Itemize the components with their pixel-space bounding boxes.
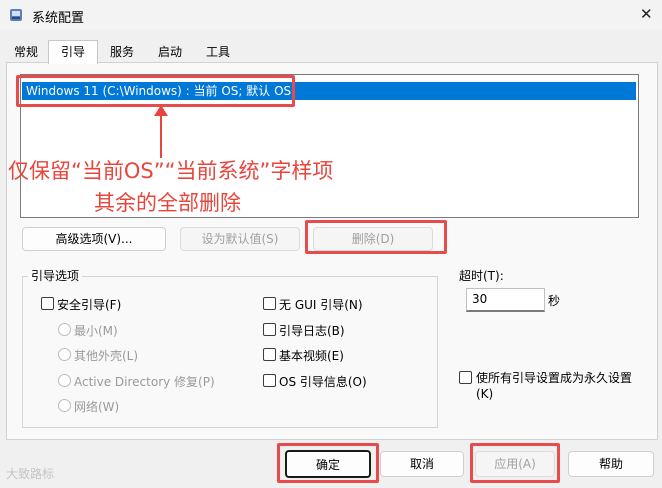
highlight-box-entry (16, 75, 295, 107)
tab-general[interactable]: 常规 (6, 40, 46, 63)
network-radio[interactable] (58, 399, 71, 412)
title-bar (0, 0, 662, 30)
permanent-settings-label: 使所有引导设置成为永久设置 (476, 371, 633, 385)
arrow-up-icon (154, 105, 168, 158)
network-label: 网络(W) (74, 400, 120, 414)
base-video-checkbox[interactable] (263, 348, 276, 361)
timeout-input[interactable]: 30 (466, 288, 545, 312)
no-gui-boot-checkbox[interactable] (263, 297, 276, 310)
msconfig-app-icon (10, 9, 22, 21)
tab-services[interactable]: 服务 (100, 40, 144, 63)
alternate-shell-label: 其他外壳(L) (74, 349, 139, 363)
annotation-line1: 仅保留“当前OS”“当前系统”字样项 (8, 159, 334, 183)
advanced-options-button[interactable]: 高级选项(V)... (22, 227, 166, 251)
permanent-settings-key: (K) (476, 387, 494, 401)
os-boot-info-label: OS 引导信息(O) (279, 375, 367, 389)
watermark-text: 大致路标 (6, 467, 55, 481)
highlight-box-delete (305, 220, 447, 254)
permanent-settings-checkbox[interactable] (459, 371, 472, 384)
highlight-box-apply (470, 443, 560, 483)
cancel-button[interactable]: 取消 (380, 451, 464, 477)
boot-log-label: 引导日志(B) (279, 324, 345, 338)
tab-tools[interactable]: 工具 (196, 40, 240, 63)
timeout-unit: 秒 (548, 294, 561, 308)
active-directory-label: Active Directory 修复(P) (74, 375, 215, 389)
set-default-button[interactable]: 设为默认值(S) (180, 227, 300, 251)
safe-boot-label: 安全引导(F) (57, 298, 122, 312)
close-icon[interactable]: ✕ (640, 5, 653, 23)
timeout-label: 超时(T): (459, 269, 504, 283)
boot-log-checkbox[interactable] (263, 323, 276, 336)
tab-startup[interactable]: 启动 (148, 40, 192, 63)
no-gui-boot-label: 无 GUI 引导(N) (279, 298, 363, 312)
base-video-label: 基本视频(E) (279, 349, 344, 363)
safe-boot-checkbox[interactable] (41, 297, 54, 310)
alternate-shell-radio[interactable] (58, 348, 71, 361)
minimal-label: 最小(M) (74, 324, 118, 338)
help-button[interactable]: 帮助 (568, 451, 654, 477)
highlight-box-ok (277, 443, 379, 483)
boot-options-title: 引导选项 (28, 267, 83, 284)
active-directory-radio[interactable] (58, 374, 71, 387)
window-title: 系统配置 (32, 11, 85, 26)
minimal-radio[interactable] (58, 323, 71, 336)
tab-boot[interactable]: 引导 (48, 40, 98, 64)
os-boot-info-checkbox[interactable] (263, 374, 276, 387)
annotation-line2: 其余的全部删除 (94, 191, 241, 215)
